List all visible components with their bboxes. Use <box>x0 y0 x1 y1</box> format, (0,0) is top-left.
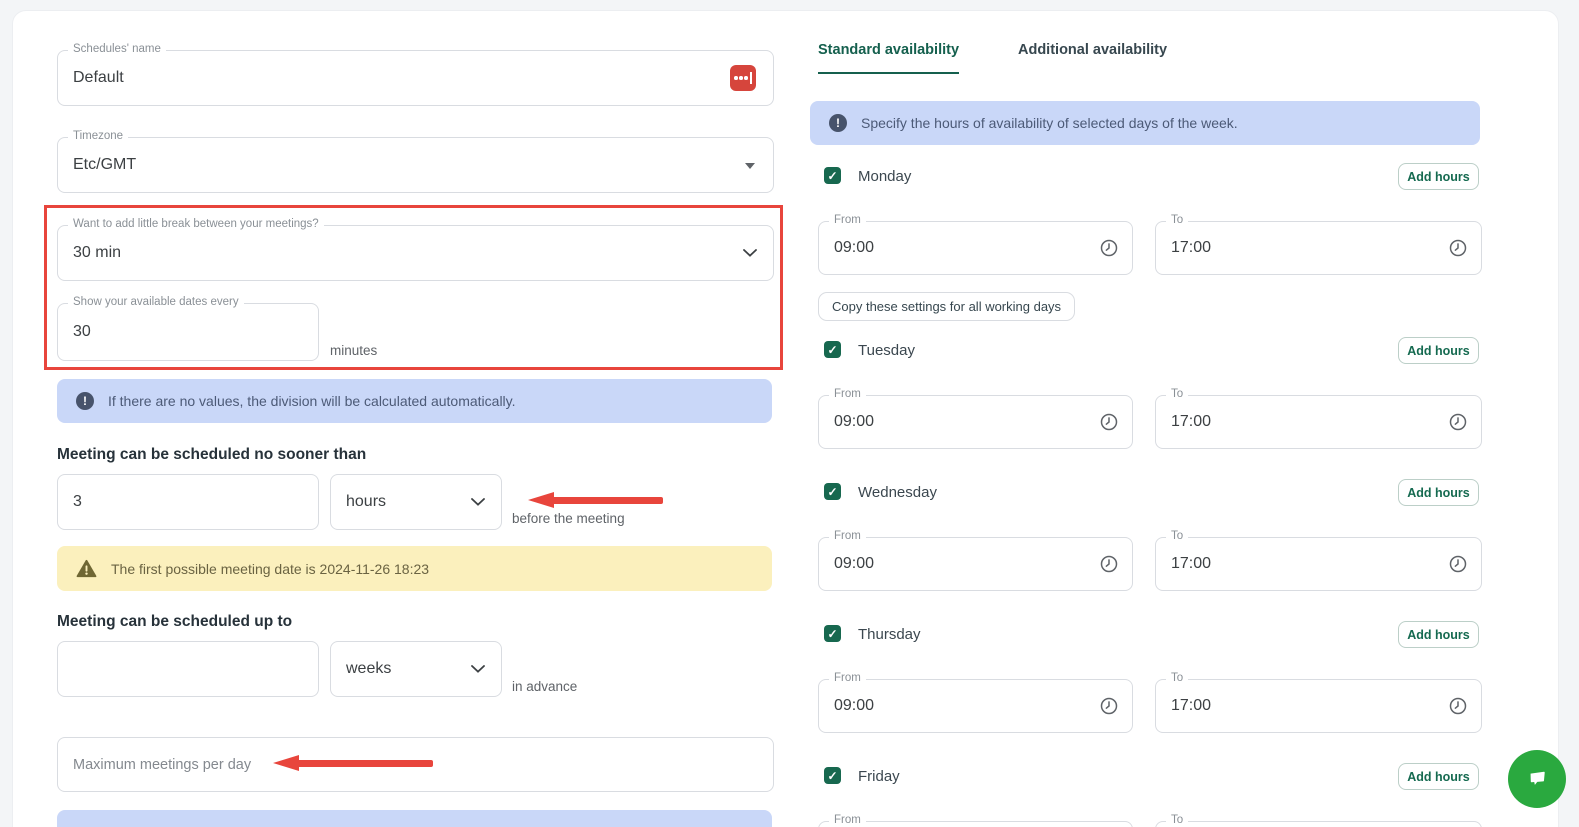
clock-icon[interactable] <box>1099 554 1119 574</box>
add-hours-button-monday[interactable]: Add hours <box>1398 163 1479 190</box>
minutes-suffix-label: minutes <box>330 343 378 358</box>
chevron-down-icon <box>471 660 485 678</box>
day-label: Monday <box>858 168 912 185</box>
chat-widget-button[interactable] <box>1508 750 1566 808</box>
min-notice-value-input[interactable] <box>58 475 318 529</box>
tab-standard-availability[interactable]: Standard availability <box>818 42 960 74</box>
clock-icon[interactable] <box>1099 238 1119 258</box>
min-notice-unit-select[interactable]: hours <box>330 474 502 530</box>
add-hours-button-friday[interactable]: Add hours <box>1398 763 1479 790</box>
tuesday-from-input[interactable] <box>819 396 1132 448</box>
break-between-meetings-value: 30 min <box>73 244 122 261</box>
min-notice-heading: Meeting can be scheduled no sooner than <box>57 446 367 463</box>
annotation-arrow <box>273 755 433 772</box>
schedule-settings-page: Schedules' name Timezone Etc/GMT Want to… <box>0 0 1579 827</box>
friday-from-field: From <box>818 814 1133 827</box>
max-advance-value-field <box>57 641 319 697</box>
before-meeting-label: before the meeting <box>512 511 625 526</box>
clock-icon[interactable] <box>1448 696 1468 716</box>
wednesday-checkbox[interactable]: ✓ <box>824 483 841 500</box>
clock-icon[interactable] <box>1448 412 1468 432</box>
add-hours-button-thursday[interactable]: Add hours <box>1398 621 1479 648</box>
division-info-text: If there are no values, the division wil… <box>108 393 516 409</box>
bottom-info-banner <box>57 810 772 827</box>
monday-to-field: To <box>1155 214 1482 275</box>
min-notice-unit-value: hours <box>346 493 387 510</box>
clock-icon[interactable] <box>1448 238 1468 258</box>
friday-checkbox[interactable]: ✓ <box>824 767 841 784</box>
slot-interval-input[interactable] <box>58 304 318 360</box>
min-notice-value-field <box>57 474 319 530</box>
timezone-value: Etc/GMT <box>73 156 137 173</box>
tuesday-from-field: From <box>818 388 1133 449</box>
schedule-name-field: Schedules' name <box>57 43 774 106</box>
add-hours-button-tuesday[interactable]: Add hours <box>1398 337 1479 364</box>
tab-additional-availability[interactable]: Additional availability <box>1018 42 1167 72</box>
thursday-to-input[interactable] <box>1156 680 1481 732</box>
friday-to-input[interactable] <box>1156 822 1481 827</box>
schedule-name-input[interactable] <box>58 51 773 105</box>
availability-info-banner: ! Specify the hours of availability of s… <box>810 101 1480 145</box>
clock-icon[interactable] <box>1448 554 1468 574</box>
first-date-warning-banner: The first possible meeting date is 2024-… <box>57 546 772 591</box>
monday-to-input[interactable] <box>1156 222 1481 274</box>
max-advance-value-input[interactable] <box>58 642 318 696</box>
slot-interval-field: Show your available dates every <box>57 296 319 361</box>
wednesday-from-field: From <box>818 530 1133 591</box>
warning-icon <box>76 559 97 578</box>
tuesday-to-input[interactable] <box>1156 396 1481 448</box>
add-hours-button-wednesday[interactable]: Add hours <box>1398 479 1479 506</box>
wednesday-to-field: To <box>1155 530 1482 591</box>
timezone-select[interactable]: Timezone Etc/GMT <box>57 130 774 193</box>
break-between-meetings-select[interactable]: Want to add little break between your me… <box>57 218 774 281</box>
thursday-from-field: From <box>818 672 1133 733</box>
friday-from-input[interactable] <box>819 822 1132 827</box>
availability-info-text: Specify the hours of availability of sel… <box>861 115 1238 131</box>
monday-checkbox[interactable]: ✓ <box>824 167 841 184</box>
clock-icon[interactable] <box>1099 412 1119 432</box>
extension-badge-icon[interactable] <box>730 65 756 91</box>
in-advance-label: in advance <box>512 679 578 694</box>
info-icon: ! <box>829 114 847 132</box>
max-advance-unit-value: weeks <box>346 660 392 677</box>
chevron-down-icon <box>471 493 485 511</box>
annotation-arrow <box>528 492 663 509</box>
wednesday-from-input[interactable] <box>819 538 1132 590</box>
clock-icon[interactable] <box>1099 696 1119 716</box>
break-between-meetings-label: Want to add little break between your me… <box>68 218 324 230</box>
monday-from-field: From <box>818 214 1133 275</box>
timezone-label: Timezone <box>68 130 129 142</box>
day-label: Tuesday <box>858 342 915 359</box>
copy-settings-button[interactable]: Copy these settings for all working days <box>818 292 1076 321</box>
thursday-from-input[interactable] <box>819 680 1132 732</box>
wednesday-to-input[interactable] <box>1156 538 1481 590</box>
day-label: Wednesday <box>858 484 937 501</box>
tuesday-to-field: To <box>1155 388 1482 449</box>
tuesday-checkbox[interactable]: ✓ <box>824 341 841 358</box>
thursday-to-field: To <box>1155 672 1482 733</box>
division-info-banner: ! If there are no values, the division w… <box>57 379 772 423</box>
caret-down-icon <box>745 163 755 169</box>
chat-bubble-icon <box>1522 764 1552 794</box>
chevron-down-icon <box>743 244 757 262</box>
day-label: Friday <box>858 768 900 785</box>
day-label: Thursday <box>858 626 921 643</box>
friday-to-field: To <box>1155 814 1482 827</box>
thursday-checkbox[interactable]: ✓ <box>824 625 841 642</box>
monday-from-input[interactable] <box>819 222 1132 274</box>
max-advance-unit-select[interactable]: weeks <box>330 641 502 697</box>
info-icon: ! <box>76 392 94 410</box>
first-date-warning-text: The first possible meeting date is 2024-… <box>111 560 430 577</box>
max-advance-heading: Meeting can be scheduled up to <box>57 613 293 630</box>
